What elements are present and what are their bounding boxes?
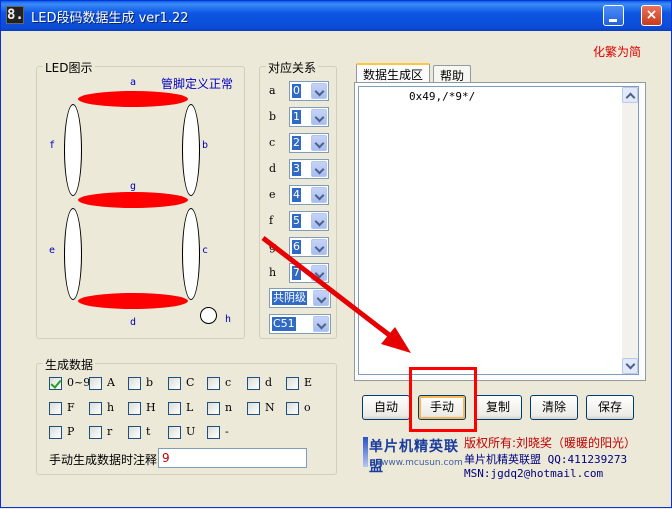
- option-label: t: [146, 425, 151, 438]
- checkbox[interactable]: [286, 377, 299, 390]
- option-label: N: [265, 401, 275, 414]
- checkbox[interactable]: [286, 402, 299, 415]
- option-label: F: [67, 401, 75, 414]
- checkbox[interactable]: [128, 402, 141, 415]
- msn-text: MSN:jgdq2@hotmail.com: [464, 467, 604, 480]
- checkbox[interactable]: [89, 402, 102, 415]
- checkbox[interactable]: [89, 426, 102, 439]
- comment-label: 手动生成数据时注释: [49, 453, 158, 467]
- checkbox[interactable]: [247, 402, 260, 415]
- checkbox[interactable]: [207, 377, 220, 390]
- option-label: n: [225, 401, 233, 414]
- checkbox[interactable]: [207, 426, 220, 439]
- qq-text: 单片机精英联盟 QQ:411239273: [464, 453, 628, 466]
- logo-url: www.mcusun.com: [381, 458, 463, 468]
- comment-input[interactable]: 9: [158, 448, 307, 468]
- checkbox[interactable]: [89, 377, 102, 390]
- option-label: d: [265, 376, 273, 389]
- union-logo[interactable]: 单片机精英联盟 www.mcusun.com: [361, 435, 463, 475]
- option-label: -: [225, 425, 229, 438]
- checkbox[interactable]: [168, 402, 181, 415]
- option-label: c: [225, 376, 232, 389]
- checkbox[interactable]: [207, 402, 220, 415]
- generate-data-legend: 生成数据: [43, 356, 96, 373]
- option-label: A: [107, 376, 115, 389]
- checkbox[interactable]: [168, 377, 181, 390]
- option-label: U: [186, 425, 196, 438]
- option-label: h: [107, 401, 115, 414]
- option-label: o: [304, 401, 311, 414]
- option-label: L: [186, 401, 194, 414]
- option-label: H: [146, 401, 156, 414]
- option-label: E: [304, 376, 313, 389]
- checkbox[interactable]: [247, 377, 260, 390]
- logo-stripe: [363, 437, 368, 467]
- option-label: 0~9: [67, 376, 91, 389]
- checkbox[interactable]: [49, 377, 62, 390]
- checkbox[interactable]: [128, 426, 141, 439]
- checkbox[interactable]: [168, 426, 181, 439]
- copyright-text: 版权所有:刘晓奖（暖暖的阳光）: [464, 436, 637, 450]
- checkbox[interactable]: [49, 426, 62, 439]
- option-label: C: [186, 376, 195, 389]
- option-label: P: [67, 425, 75, 438]
- checkbox[interactable]: [49, 402, 62, 415]
- checkbox[interactable]: [128, 377, 141, 390]
- annotation-highlight-box: [409, 367, 477, 432]
- option-label: b: [146, 376, 154, 389]
- logo-title: 单片机精英联盟: [369, 439, 459, 475]
- option-label: r: [107, 425, 113, 438]
- main-window: 8. LED段码数据生成 ver1.22 × 化繁为简 LED图示 管脚定义正常…: [0, 0, 672, 508]
